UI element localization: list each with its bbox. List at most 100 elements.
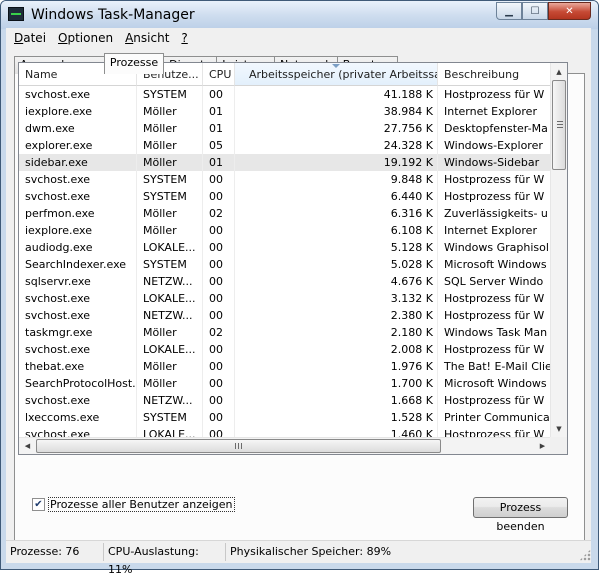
process-row[interactable]: svchost.exe SYSTEM 00 6.440 K Hostprozess fü… xyxy=(19,188,551,205)
process-memory: 1.528 K xyxy=(235,409,438,426)
process-cpu: 00 xyxy=(203,239,235,256)
process-cpu: 01 xyxy=(203,120,235,137)
process-description: Microsoft Windows xyxy=(444,258,547,271)
process-user: NETZW... xyxy=(137,392,203,409)
process-memory: 5.028 K xyxy=(235,256,438,273)
process-row[interactable]: svchost.exe NETZW... 00 1.668 K Hostprozess … xyxy=(19,392,551,409)
process-memory: 2.380 K xyxy=(235,307,438,324)
menu-optionen[interactable]: Optionen xyxy=(52,31,119,45)
process-name: dwm.exe xyxy=(19,120,137,137)
process-list[interactable]: Name Benutze... CPU Arbeitsspeicher (pri… xyxy=(18,62,568,455)
status-physical-memory: Physikalischer Speicher: 89% xyxy=(230,544,392,558)
process-cpu: 00 xyxy=(203,188,235,205)
process-row[interactable]: svchost.exe LOKALE... 00 2.008 K Hostprozess… xyxy=(19,341,551,358)
process-row[interactable]: dwm.exe Möller 01 27.756 K Desktopfenster-Ma xyxy=(19,120,551,137)
vertical-scrollbar[interactable]: ▲ ▼ xyxy=(550,63,567,437)
process-cpu: 02 xyxy=(203,205,235,222)
show-all-users-option[interactable]: ✔ Prozesse aller Benutzer anzeigen xyxy=(32,497,235,512)
process-row[interactable]: taskmgr.exe Möller 02 2.180 K Windows Task M… xyxy=(19,324,551,341)
process-user: SYSTEM xyxy=(137,171,203,188)
horizontal-scrollbar[interactable]: ◀ ▶ xyxy=(19,437,551,454)
process-user: Möller xyxy=(137,205,203,222)
process-user: Möller xyxy=(137,120,203,137)
process-user: Möller xyxy=(137,375,203,392)
maximize-button[interactable]: ☐ xyxy=(522,2,548,20)
status-cpu-usage: CPU-Auslastung: 11% xyxy=(104,542,226,576)
process-cpu: 00 xyxy=(203,256,235,273)
process-row[interactable]: iexplore.exe Möller 00 6.108 K Internet Expl… xyxy=(19,222,551,239)
process-list-body: svchost.exe SYSTEM 00 41.188 K Hostprozess f… xyxy=(19,86,551,443)
process-user: Möller xyxy=(137,154,203,171)
process-row[interactable]: audiodg.exe LOKALE... 00 5.128 K Windows Gra… xyxy=(19,239,551,256)
menu-datei[interactable]: Datei xyxy=(8,31,52,45)
process-row[interactable]: sqlservr.exe NETZW... 00 4.676 K SQL Server … xyxy=(19,273,551,290)
process-row[interactable]: svchost.exe SYSTEM 00 9.848 K Hostprozess fü… xyxy=(19,171,551,188)
column-header-description[interactable]: Beschreibung xyxy=(438,63,551,86)
process-row[interactable]: sidebar.exe Möller 01 19.192 K Windows-Sideb… xyxy=(19,154,551,171)
show-all-users-label[interactable]: Prozesse aller Benutzer anzeigen xyxy=(48,497,235,512)
process-row[interactable]: iexplore.exe Möller 01 38.984 K Internet Exp… xyxy=(19,103,551,120)
process-memory: 6.108 K xyxy=(235,222,438,239)
process-name: svchost.exe xyxy=(19,188,137,205)
menu-optionen-label: Optionen xyxy=(58,31,114,45)
process-description: Microsoft Windows xyxy=(444,377,547,390)
process-memory: 38.984 K xyxy=(235,103,438,120)
process-row[interactable]: SearchIndexer.exe SYSTEM 00 5.028 K Microsof… xyxy=(19,256,551,273)
process-name: thebat.exe xyxy=(19,358,137,375)
process-cpu: 00 xyxy=(203,375,235,392)
column-header-memory[interactable]: Arbeitsspeicher (privater Arbeitssatz) xyxy=(235,63,438,86)
size-grip-icon[interactable] xyxy=(579,549,591,561)
process-user: SYSTEM xyxy=(137,256,203,273)
process-memory: 1.700 K xyxy=(235,375,438,392)
process-memory: 1.976 K xyxy=(235,358,438,375)
menu-help[interactable]: ? xyxy=(175,31,193,45)
process-memory: 24.328 K xyxy=(235,137,438,154)
app-icon xyxy=(8,7,24,21)
scrollbar-corner xyxy=(550,437,567,454)
process-row[interactable]: svchost.exe SYSTEM 00 41.188 K Hostprozess f… xyxy=(19,86,551,103)
tab-prozesse[interactable]: Prozesse xyxy=(103,53,165,74)
process-name: svchost.exe xyxy=(19,341,137,358)
process-user: Möller xyxy=(137,324,203,341)
process-description: Hostprozess für W xyxy=(444,309,545,322)
process-row[interactable]: SearchProtocolHost.... Möller 00 1.700 K Mic… xyxy=(19,375,551,392)
close-button[interactable]: ✕ xyxy=(548,2,591,20)
title-bar[interactable]: Windows Task-Manager ▁ ☐ ✕ xyxy=(1,1,598,29)
process-name: svchost.exe xyxy=(19,290,137,307)
menu-ansicht[interactable]: Ansicht xyxy=(119,31,175,45)
process-row[interactable]: svchost.exe NETZW... 00 2.380 K Hostprozess … xyxy=(19,307,551,324)
process-name: taskmgr.exe xyxy=(19,324,137,341)
process-user: Möller xyxy=(137,222,203,239)
menu-help-label: ? xyxy=(181,31,188,45)
column-header-cpu[interactable]: CPU xyxy=(203,63,235,86)
minimize-button[interactable]: ▁ xyxy=(496,2,522,20)
end-process-button[interactable]: Prozess beenden xyxy=(473,497,568,533)
checkmark-icon: ✔ xyxy=(34,499,43,510)
process-description: Hostprozess für W xyxy=(444,190,545,203)
process-name: iexplore.exe xyxy=(19,222,137,239)
process-cpu: 02 xyxy=(203,324,235,341)
scroll-right-icon[interactable]: ▶ xyxy=(534,438,551,454)
process-user: LOKALE... xyxy=(137,239,203,256)
scroll-left-icon[interactable]: ◀ xyxy=(19,438,36,454)
process-name: sidebar.exe xyxy=(19,154,137,171)
scroll-down-icon[interactable]: ▼ xyxy=(551,420,567,437)
status-process-count: Prozesse: 76 xyxy=(6,542,104,561)
process-row[interactable]: explorer.exe Möller 05 24.328 K Windows-Expl… xyxy=(19,137,551,154)
caption-buttons: ▁ ☐ ✕ xyxy=(496,2,591,20)
vertical-scroll-thumb[interactable] xyxy=(552,80,566,170)
show-all-users-checkbox[interactable]: ✔ xyxy=(32,498,45,511)
process-row[interactable]: thebat.exe Möller 00 1.976 K The Bat! E-Mail… xyxy=(19,358,551,375)
process-name: lxeccoms.exe xyxy=(19,409,137,426)
process-row[interactable]: lxeccoms.exe SYSTEM 00 1.528 K Printer Commu… xyxy=(19,409,551,426)
process-row[interactable]: svchost.exe LOKALE... 00 3.132 K Hostprozess… xyxy=(19,290,551,307)
process-cpu: 00 xyxy=(203,290,235,307)
process-list-header: Name Benutze... CPU Arbeitsspeicher (pri… xyxy=(19,63,551,86)
process-cpu: 00 xyxy=(203,222,235,239)
process-user: Möller xyxy=(137,137,203,154)
process-memory: 5.128 K xyxy=(235,239,438,256)
horizontal-scroll-thumb[interactable] xyxy=(36,439,441,453)
process-name: audiodg.exe xyxy=(19,239,137,256)
scroll-up-icon[interactable]: ▲ xyxy=(551,63,567,80)
process-row[interactable]: perfmon.exe Möller 02 6.316 K Zuverlässigkei… xyxy=(19,205,551,222)
